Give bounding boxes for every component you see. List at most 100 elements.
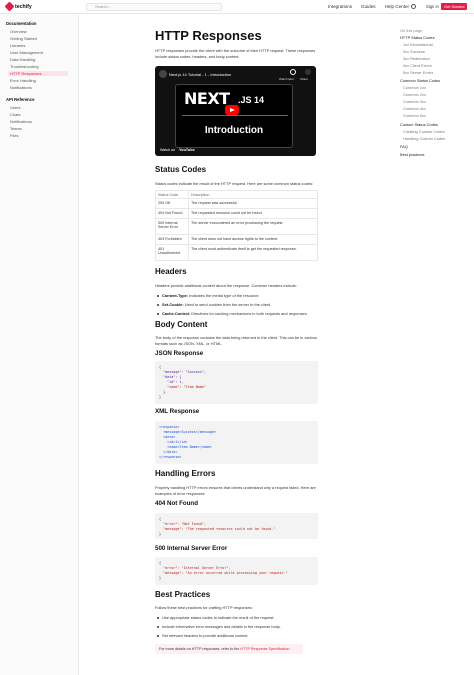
table-row: 404 Not Found The requested resource cou… [155,208,318,219]
toc-item[interactable]: 4xx Client Errors [403,63,432,68]
search-input[interactable]: Search... [86,3,222,11]
thumb-caption: Introduction [204,125,264,136]
sidebar-item-troubleshooting[interactable]: Troubleshooting [10,64,39,69]
docs-page: techify Search... Integrations Guides He… [0,0,474,675]
code-line: "error": "Internal Server Error", [159,566,231,570]
info-note: For more details on HTTP responses, refe… [155,644,303,654]
toc-item[interactable]: Creating Custom Codes [403,129,445,134]
body-heading: Body Content [155,320,208,329]
toc-item[interactable]: 5xx Server Errors [403,70,433,75]
status-codes-heading: Status Codes [155,165,207,174]
list-item: Set relevant headers to provide addition… [157,633,249,638]
thumb-brand: NEXT [184,89,230,108]
sidebar-item-users[interactable]: Users [10,105,20,110]
header-name: Content-Type: [162,293,189,298]
thumb-divider [182,115,288,116]
signin-button[interactable]: Sign in [426,4,439,9]
sidebar-item-http-responses[interactable]: HTTP Responses [8,71,68,76]
column-header: Description [188,190,318,199]
code-line: } [159,532,162,536]
status-description: The requested resource could not be foun… [188,208,318,219]
top-nav: Integrations Guides Help Center [328,4,409,9]
500-code-block: { "error": "Internal Server Error", "mes… [155,557,318,585]
status-description: The server encountered an error processi… [188,218,318,235]
code-line: </data> [159,450,178,454]
sidebar-item-teams[interactable]: Teams [10,126,22,131]
header-desc: Directives for caching mechanisms in bot… [190,311,308,316]
table-row: 200 OK The request was successful. [155,198,318,209]
spec-link[interactable]: HTTP Response Specification [240,647,289,651]
status-code: 200 OK [155,198,189,209]
clock-icon[interactable] [290,69,296,75]
sidebar-item-notifications[interactable]: Notifications [10,85,32,90]
list-item: Use appropriate status codes to indicate… [157,615,274,620]
code-line: "message": "The requested resource could… [159,527,276,531]
sidebar-item-libraries[interactable]: Libraries [10,43,25,48]
share-icon[interactable] [305,69,311,75]
code-line: "message": "An error occurred while proc… [159,571,288,575]
sidebar-item-data-handling[interactable]: Data Handling [10,57,35,62]
header-desc: Indicates the media type of the resource… [188,293,260,298]
table-row: 401 Unauthorized The client must authent… [155,244,318,261]
nav-integrations[interactable]: Integrations [328,4,352,9]
code-line: "data": { [159,375,182,379]
toc-item[interactable]: Common 4xx [403,106,426,111]
code-line: { [159,365,162,369]
status-code: 403 Forbidden [155,234,189,245]
status-code: 401 Unauthorized [155,244,189,261]
get-started-button[interactable]: Get Started [441,3,468,10]
gear-icon[interactable] [411,4,416,9]
toc-item[interactable]: HTTP Status Codes [400,35,435,40]
table-row: 403 Forbidden The client does not have a… [155,234,318,245]
video-title[interactable]: Next.js 14 Tutorial - 1 - Introduction [169,72,231,77]
top-bar: techify Search... Integrations Guides He… [0,0,474,14]
toc-item[interactable]: Handling Custom Codes [403,136,445,141]
sidebar-item-chats[interactable]: Chats [10,112,20,117]
best-practices-heading: Best Practices [155,590,211,599]
logo-text: techify [15,3,32,10]
headers-heading: Headers [155,267,187,276]
status-codes-intro: Status codes indicate the result of the … [155,181,314,186]
nav-guides[interactable]: Guides [361,4,376,9]
toc-heading: On this page [400,28,423,33]
sidebar-section-title: API Reference [6,97,35,102]
toc-item[interactable]: Common 1xx [403,85,426,90]
toc-item[interactable]: Best practices [400,152,424,157]
code-line: </response> [159,455,182,459]
code-line: "name": "Item Name" [159,385,206,389]
code-line: <message>Success</message> [159,430,217,434]
toc-item[interactable]: Common Status Codes [400,78,440,83]
json-code-block: { "message": "Success", "data": { "id": … [155,361,318,404]
nav-help-center[interactable]: Help Center [385,4,410,9]
sidebar-item-user-management[interactable]: User Management [10,50,43,55]
code-line: { [159,517,162,521]
logo[interactable]: techify [4,1,32,12]
play-icon[interactable] [225,105,239,115]
header-name: Set-Cookie: [162,302,184,307]
toc-item[interactable]: FAQ [400,144,408,149]
errors-heading: Handling Errors [155,469,216,478]
sidebar-item-getting-started[interactable]: Getting Started [10,36,37,41]
header-desc: Used to send cookies from the server to … [183,302,272,307]
code-line: "id": 1, [159,380,184,384]
toc-item[interactable]: 2xx Success [403,49,425,54]
sidebar-item-notifications-api[interactable]: Notifications [10,119,32,124]
youtube-logo[interactable]: YouTube [179,148,195,152]
toc-item[interactable]: Common 5xx [403,113,426,118]
code-line: "error": "Not Found", [159,522,206,526]
sidebar-item-overview[interactable]: Overview [10,29,27,34]
toc-item[interactable]: 3xx Redirection [403,56,430,61]
toc-item[interactable]: Common 2xx [403,92,426,97]
toc-item[interactable]: Common 3xx [403,99,426,104]
code-line: <data> [159,435,176,439]
watch-on-label: Watch on [160,148,176,152]
sidebar-item-error-handling[interactable]: Error Handling [10,78,36,83]
json-heading: JSON Response [155,350,204,357]
toc-item[interactable]: 1xx Informational [403,42,433,47]
video-embed[interactable]: Next.js 14 Tutorial - 1 - Introduction W… [155,66,316,156]
header-name: Cache-Control: [162,311,191,316]
sidebar-item-files[interactable]: Files [10,133,18,138]
toc-item[interactable]: Custom Status Codes [400,122,438,127]
thumb-version: .JS 14 [238,95,265,105]
404-heading: 404 Not Found [155,500,198,507]
